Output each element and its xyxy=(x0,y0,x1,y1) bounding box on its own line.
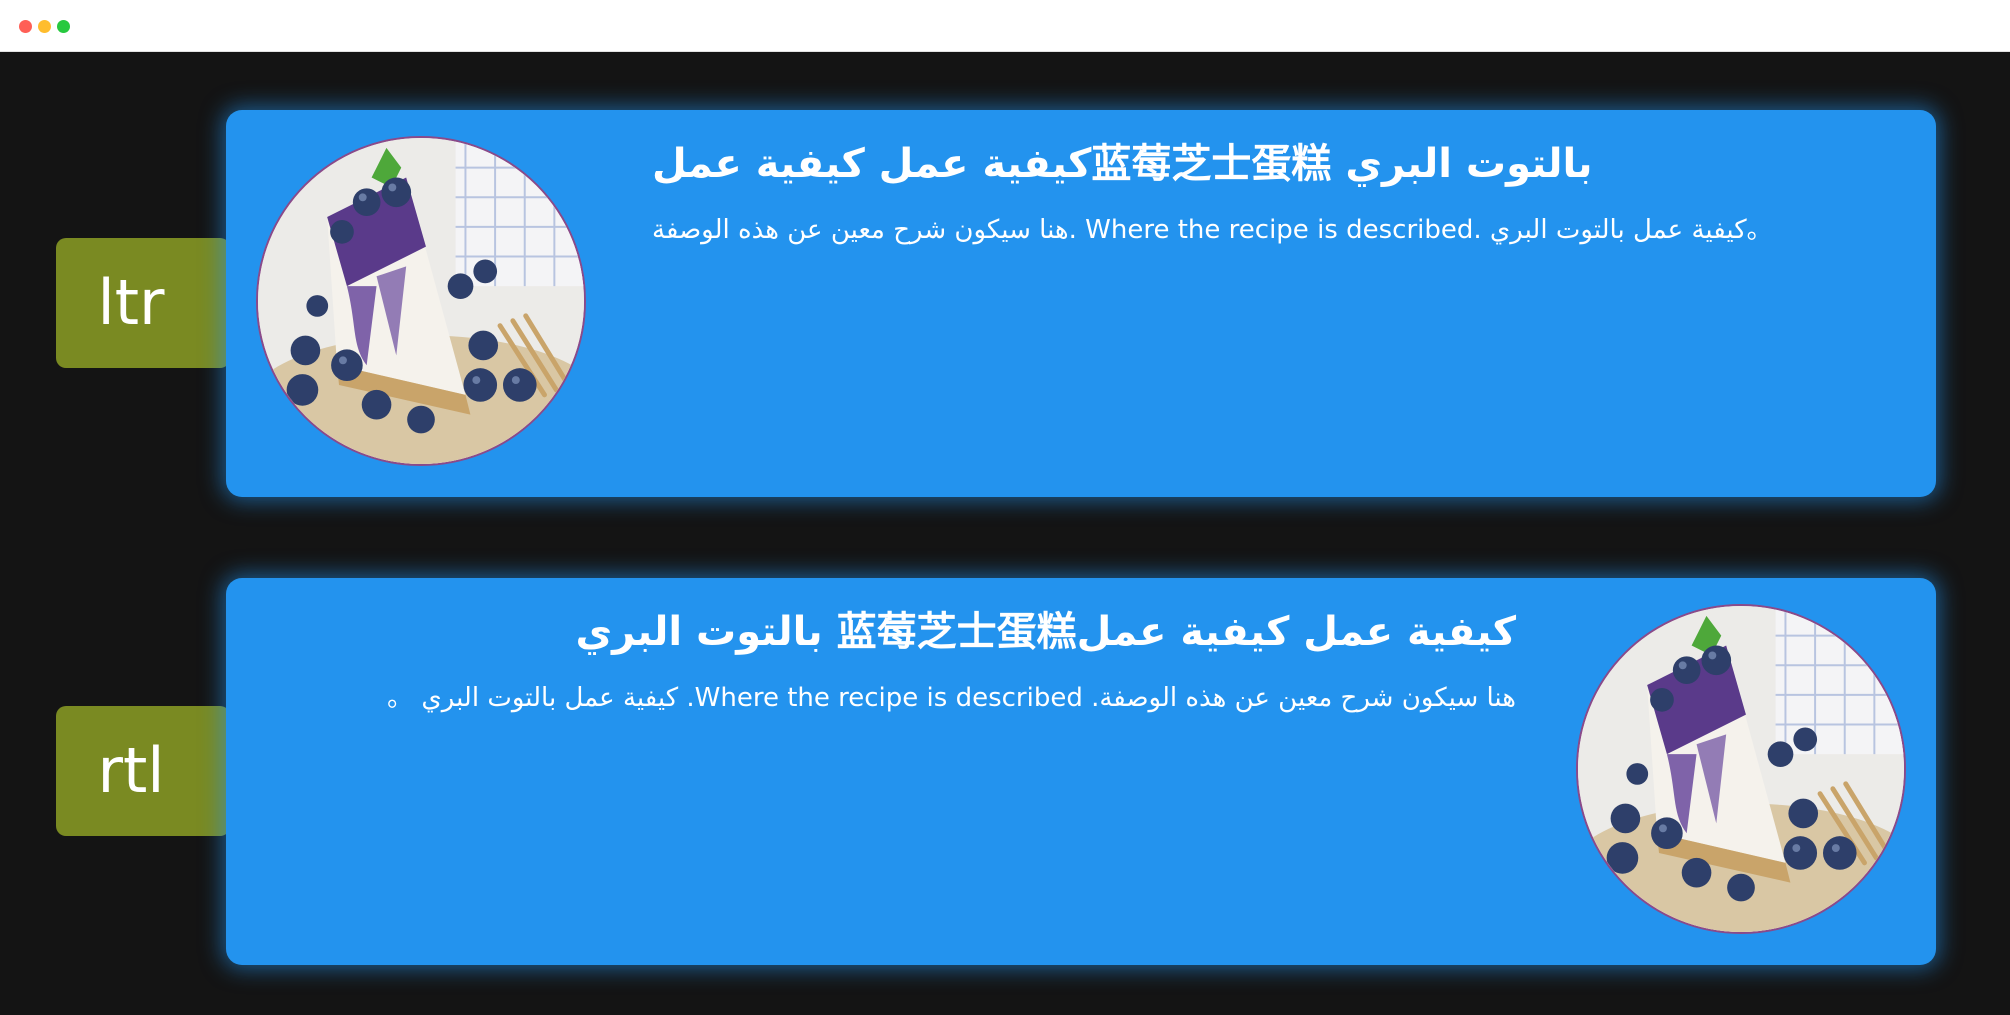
cheesecake-image xyxy=(1578,606,1904,932)
recipe-title: كيفية عمل كيفية عمل蓝莓芝士蛋糕 بالتوت البري xyxy=(575,609,1516,655)
recipe-description: هنا سيكون شرح معين عن هذه الوصفة. Where … xyxy=(652,215,1773,245)
direction-tag-ltr: ltr xyxy=(56,238,230,368)
blueberry-cheesecake-photo xyxy=(1576,604,1906,934)
recipe-text-rtl: كيفية عمل كيفية عمل蓝莓芝士蛋糕 بالتوت البري ه… xyxy=(266,604,1516,716)
recipe-title: كيفية عمل كيفية عمل蓝莓芝士蛋糕 بالتوت البري xyxy=(652,141,1593,187)
direction-tag-rtl: rtl xyxy=(56,706,230,836)
recipe-card-rtl: كيفية عمل كيفية عمل蓝莓芝士蛋糕 بالتوت البري ه… xyxy=(226,578,1936,965)
minimize-window-button[interactable] xyxy=(38,20,51,33)
demo-stage: ltr كيفية عمل كيفية عمل蓝莓芝士蛋糕 بالتوت الب… xyxy=(0,52,2010,1015)
recipe-text-ltr: كيفية عمل كيفية عمل蓝莓芝士蛋糕 بالتوت البري ه… xyxy=(652,136,1892,248)
blueberry-cheesecake-photo xyxy=(256,136,586,466)
window-titlebar xyxy=(0,0,2010,52)
cheesecake-image xyxy=(258,138,584,464)
recipe-description: هنا سيكون شرح معين عن هذه الوصفة. Where … xyxy=(387,683,1516,713)
maximize-window-button[interactable] xyxy=(57,20,70,33)
recipe-card-ltr: كيفية عمل كيفية عمل蓝莓芝士蛋糕 بالتوت البري ه… xyxy=(226,110,1936,497)
close-window-button[interactable] xyxy=(19,20,32,33)
